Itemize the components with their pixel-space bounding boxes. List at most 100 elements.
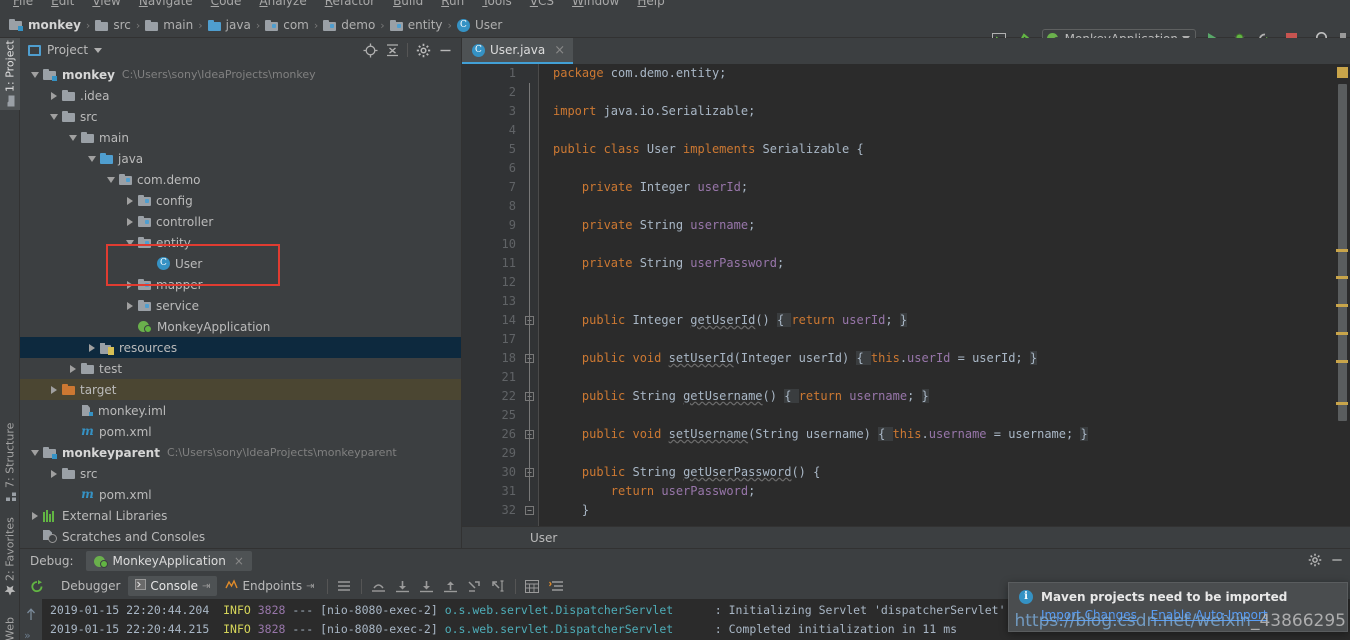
menu-help[interactable]: Help	[628, 0, 673, 8]
menu-code[interactable]: Code	[202, 0, 251, 8]
tree-node-external-libraries[interactable]: External Libraries	[20, 505, 461, 526]
code-line[interactable]: return userPassword;	[539, 482, 1350, 501]
tree-node-com-demo[interactable]: com.demo	[20, 169, 461, 190]
tree-toggle-icon[interactable]	[47, 89, 60, 102]
menu-view[interactable]: View	[83, 0, 129, 8]
source-code[interactable]: package com.demo.entity; import java.io.…	[538, 64, 1350, 526]
breadcrumb-item-monkey[interactable]: monkey	[9, 18, 81, 32]
code-line[interactable]: public void setUserId(Integer userId) { …	[539, 349, 1350, 368]
menu-navigate[interactable]: Navigate	[130, 0, 202, 8]
menu-build[interactable]: Build	[384, 0, 432, 8]
tree-toggle-icon[interactable]	[28, 446, 41, 459]
code-line[interactable]: public class User implements Serializabl…	[539, 140, 1350, 159]
gear-icon[interactable]	[413, 40, 433, 60]
code-line[interactable]: public void setUsername(String username)…	[539, 425, 1350, 444]
tree-toggle-icon[interactable]	[104, 173, 117, 186]
scroll-down-icon[interactable]: »	[24, 629, 31, 640]
tool-window-favorites[interactable]: 2: Favorites	[0, 508, 20, 600]
step-over-icon[interactable]	[391, 576, 414, 596]
menu-icon[interactable]	[333, 576, 356, 596]
collapse-all-icon[interactable]	[382, 40, 402, 60]
code-line[interactable]: private Integer userId;	[539, 178, 1350, 197]
menu-refactor[interactable]: Refactor	[316, 0, 384, 8]
breadcrumb-item-src[interactable]: src	[95, 18, 131, 32]
chevron-down-icon[interactable]	[94, 47, 103, 53]
tree-node-monkeyparent[interactable]: monkeyparent C:\Users\sony\IdeaProjects\m…	[20, 442, 461, 463]
hide-icon[interactable]	[435, 40, 455, 60]
evaluate-icon[interactable]	[521, 576, 544, 596]
tree-toggle-icon[interactable]	[47, 110, 60, 123]
menu-file[interactable]: File	[4, 0, 42, 8]
tree-toggle-icon[interactable]	[28, 68, 41, 81]
tree-node-src[interactable]: src	[20, 463, 461, 484]
tree-node-user[interactable]: C User	[20, 253, 461, 274]
menu-tools[interactable]: Tools	[473, 0, 521, 8]
code-line[interactable]: public String getUsername() { return use…	[539, 387, 1350, 406]
code-line[interactable]: import java.io.Serializable;	[539, 102, 1350, 121]
tree-node-java[interactable]: java	[20, 148, 461, 169]
tool-window-web[interactable]: Web	[0, 608, 20, 640]
menu-analyze[interactable]: Analyze	[250, 0, 315, 8]
tree-toggle-icon[interactable]	[47, 383, 60, 396]
tree-node-test[interactable]: test	[20, 358, 461, 379]
code-line[interactable]	[539, 235, 1350, 254]
fold-collapse-icon[interactable]: −	[525, 506, 534, 515]
maven-import-notification[interactable]: i Maven projects need to be imported Imp…	[1008, 582, 1348, 632]
pin-icon[interactable]: ⇥	[202, 581, 210, 592]
code-line[interactable]: public Integer getUserId() { return user…	[539, 311, 1350, 330]
tree-node-pom-xml[interactable]: m pom.xml	[20, 421, 461, 442]
step-out-icon[interactable]	[367, 576, 390, 596]
breadcrumb-item-user[interactable]: C User	[456, 18, 502, 32]
tree-toggle-icon[interactable]	[47, 467, 60, 480]
hide-icon[interactable]	[1330, 553, 1344, 570]
close-icon[interactable]: ×	[234, 554, 244, 568]
threads-icon[interactable]	[545, 576, 568, 596]
tab-endpoints[interactable]: Endpoints ⇥	[218, 576, 321, 596]
tree-node-monkey[interactable]: monkey C:\Users\sony\IdeaProjects\monkey	[20, 64, 461, 85]
tree-node-monkey-iml[interactable]: monkey.iml	[20, 400, 461, 421]
menu-run[interactable]: Run	[432, 0, 473, 8]
tree-node-mapper[interactable]: mapper	[20, 274, 461, 295]
tree-toggle-icon[interactable]	[66, 362, 79, 375]
code-line[interactable]	[539, 368, 1350, 387]
code-line[interactable]: private String username;	[539, 216, 1350, 235]
step-out-frame-icon[interactable]	[463, 576, 486, 596]
tree-toggle-icon[interactable]	[123, 278, 136, 291]
menu-edit[interactable]: Edit	[42, 0, 83, 8]
editor-marker-bar[interactable]	[1336, 64, 1350, 526]
tree-node-pom-xml[interactable]: m pom.xml	[20, 484, 461, 505]
tree-toggle-icon[interactable]	[85, 152, 98, 165]
code-line[interactable]	[539, 197, 1350, 216]
scroll-up-icon[interactable]	[25, 607, 37, 624]
import-changes-link[interactable]: Import Changes	[1041, 608, 1137, 622]
code-line[interactable]	[539, 444, 1350, 463]
tree-node-resources[interactable]: resources	[20, 337, 461, 358]
code-line[interactable]	[539, 159, 1350, 178]
tree-node-controller[interactable]: controller	[20, 211, 461, 232]
breadcrumb-item-demo[interactable]: demo	[323, 18, 375, 32]
tree-node--idea[interactable]: .idea	[20, 85, 461, 106]
code-line[interactable]	[539, 121, 1350, 140]
breadcrumb-item-entity[interactable]: entity	[389, 18, 443, 32]
tree-node-scratches-and-consoles[interactable]: Scratches and Consoles	[20, 526, 461, 547]
inspection-status-marker[interactable]	[1337, 67, 1348, 78]
locate-icon[interactable]	[360, 40, 380, 60]
tool-window-structure[interactable]: 7: Structure	[0, 418, 20, 506]
breadcrumb-item-com[interactable]: com	[265, 18, 309, 32]
tree-toggle-icon[interactable]	[123, 236, 136, 249]
editor-tab-user-java[interactable]: C User.java ×	[462, 38, 574, 64]
gear-icon[interactable]	[1308, 553, 1322, 570]
code-line[interactable]	[539, 273, 1350, 292]
run-to-cursor-icon[interactable]	[487, 576, 510, 596]
code-line[interactable]: }	[539, 501, 1350, 520]
tool-window-project[interactable]: 1: Project	[0, 38, 20, 110]
breadcrumb-item-main[interactable]: main	[145, 18, 193, 32]
breadcrumb[interactable]: monkey › src › main › java › com › demo › entity › C Us…	[0, 18, 502, 32]
tree-node-target[interactable]: target	[20, 379, 461, 400]
tree-node-monkeyapplication[interactable]: MonkeyApplication	[20, 316, 461, 337]
tree-node-main[interactable]: main	[20, 127, 461, 148]
tree-node-service[interactable]: service	[20, 295, 461, 316]
tree-toggle-icon[interactable]	[123, 215, 136, 228]
force-step-into-icon[interactable]	[439, 576, 462, 596]
tree-toggle-icon[interactable]	[123, 194, 136, 207]
